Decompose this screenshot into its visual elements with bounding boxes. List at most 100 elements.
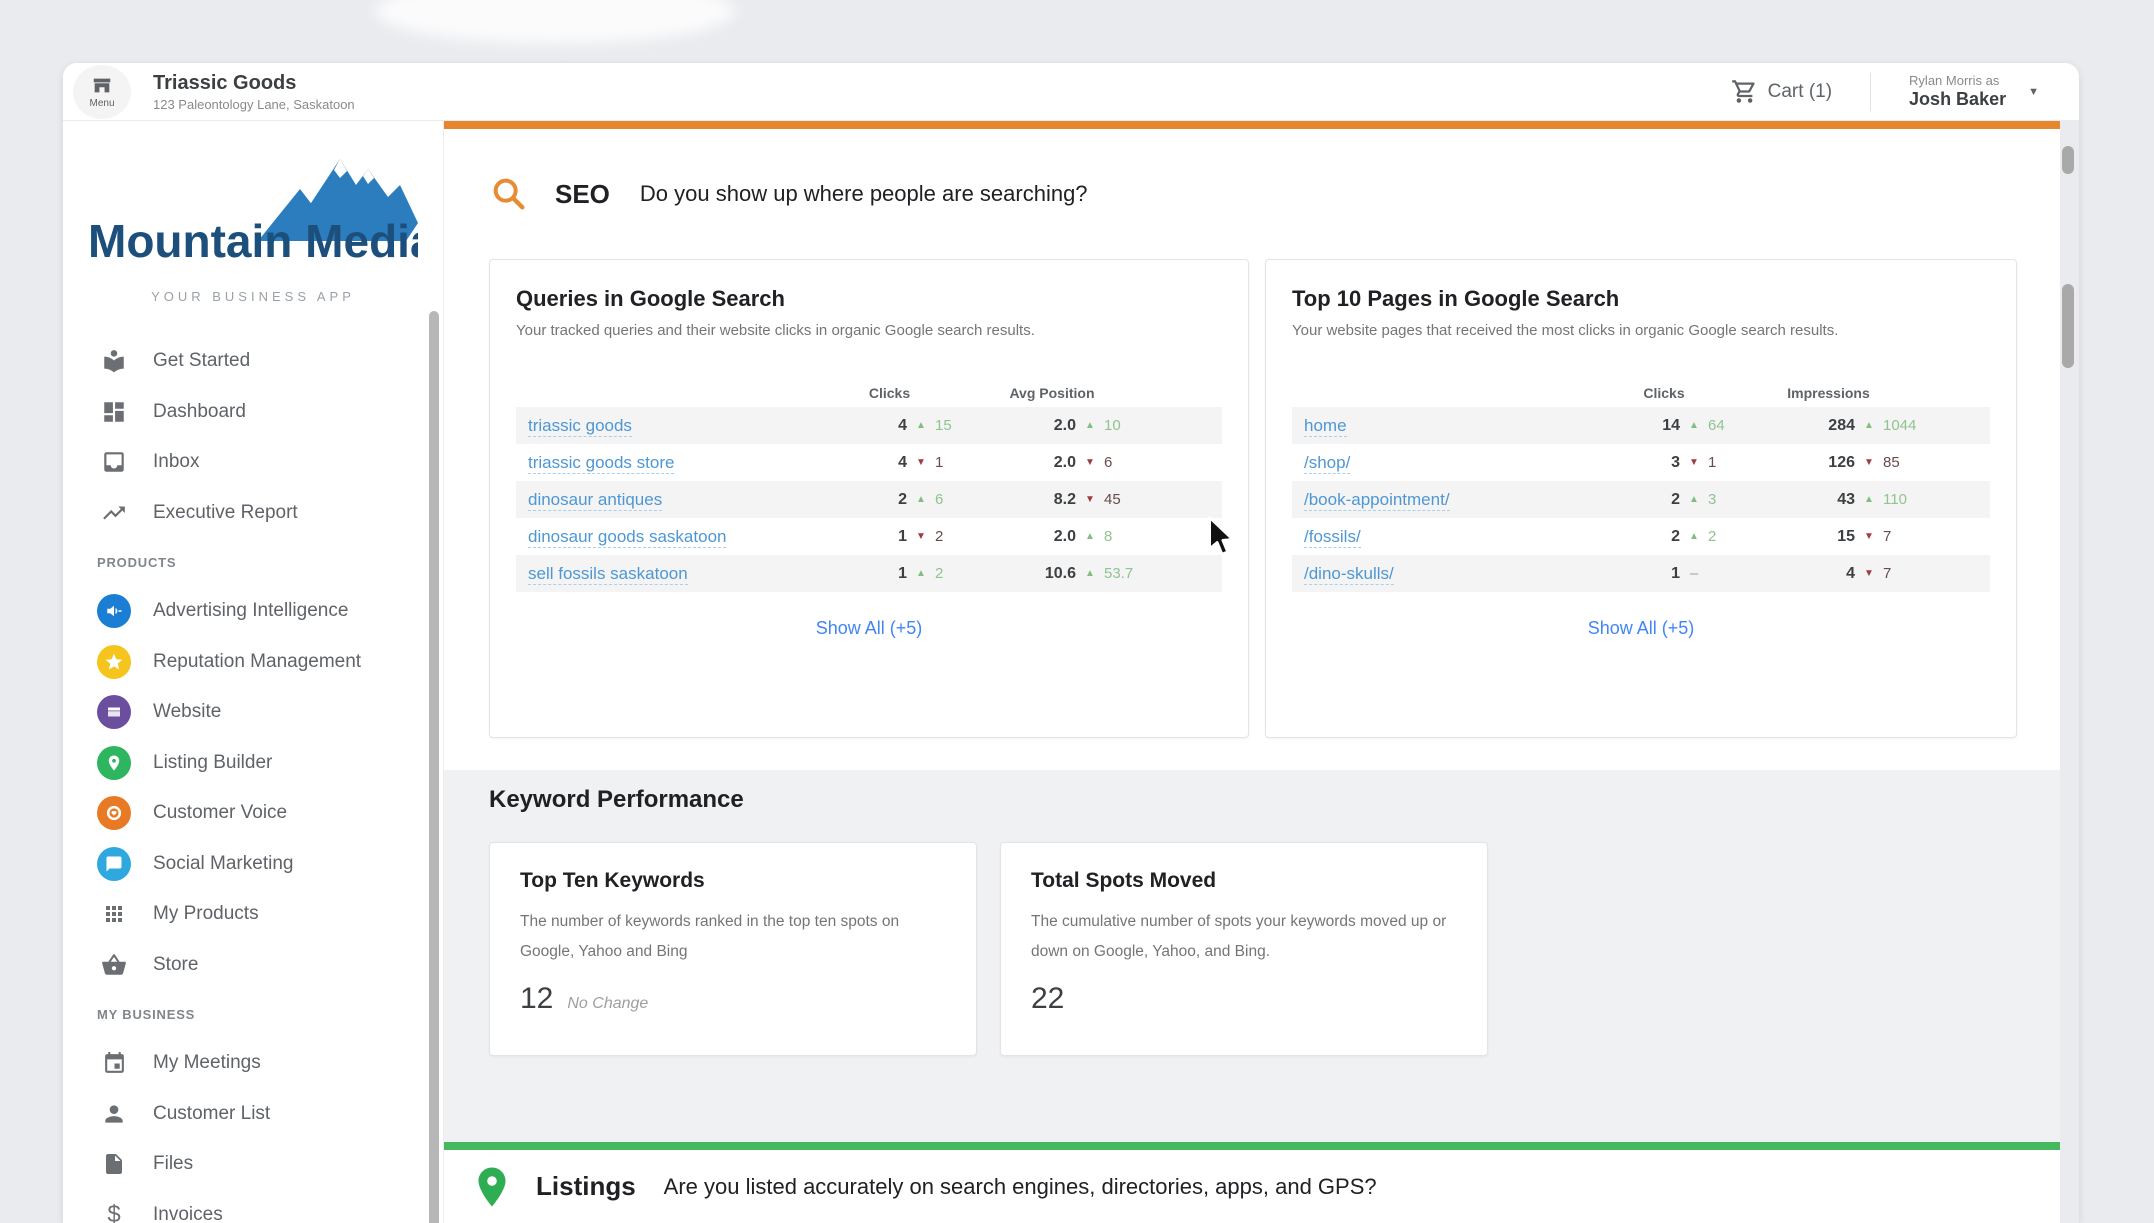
top-ten-keywords-value: 12	[520, 982, 553, 1016]
scrollbar-gutter	[2060, 121, 2079, 1223]
top-pages-card-subtitle: Your website pages that received the mos…	[1292, 322, 1990, 339]
trend-arrow-icon	[907, 531, 935, 542]
user-menu[interactable]: Rylan Morris as Josh Baker ▼	[1909, 73, 2039, 110]
page-link[interactable]: /dino-skulls/	[1304, 564, 1394, 585]
position-value: 10.6	[1000, 565, 1076, 583]
sidebar-item-customer-voice[interactable]: Customer Voice	[63, 788, 443, 839]
sidebar-item-reputation-management[interactable]: Reputation Management	[63, 637, 443, 688]
position-change: 6	[1104, 454, 1222, 471]
query-link[interactable]: dinosaur goods saskatoon	[528, 527, 726, 548]
page-link[interactable]: home	[1304, 416, 1347, 437]
clicks-value: 4	[844, 454, 907, 472]
trend-arrow-icon	[1076, 494, 1104, 505]
dashboard-icon	[97, 395, 131, 429]
sidebar-item-dashboard[interactable]: Dashboard	[63, 387, 443, 438]
clicks-change: 6	[935, 491, 1000, 508]
page-row: /dino-skulls/ 1 4	[1292, 555, 1990, 592]
query-link[interactable]: sell fossils saskatoon	[528, 564, 688, 585]
position-change: 53.7	[1104, 565, 1222, 582]
query-row: sell fossils saskatoon 1 2 10.6	[516, 555, 1222, 592]
clicks-value: 14	[1620, 417, 1680, 435]
trend-arrow-icon	[1680, 457, 1708, 468]
clicks-value: 2	[844, 491, 907, 509]
sidebar-item-invoices[interactable]: $ Invoices	[63, 1190, 443, 1223]
calendar-icon	[97, 1046, 131, 1080]
search-icon	[489, 174, 529, 214]
sidebar-item-website[interactable]: Website	[63, 687, 443, 738]
trend-arrow-icon	[907, 568, 935, 579]
sidebar-nav: Get Started Dashboard Inbox	[63, 336, 443, 1223]
sidebar-scrollbar-thumb[interactable]	[429, 311, 439, 1223]
position-change: 10	[1104, 417, 1222, 434]
position-value: 2.0	[1000, 528, 1076, 546]
sidebar-item-social-marketing[interactable]: Social Marketing	[63, 839, 443, 890]
show-all-pages-link[interactable]: Show All (+5)	[1292, 618, 1990, 639]
trend-arrow-icon	[1855, 420, 1883, 431]
clicks-change: 2	[1708, 528, 1774, 545]
clicks-value: 1	[844, 565, 907, 583]
page-row: home 14 64 284	[1292, 407, 1990, 444]
column-header-avg-position: Avg Position	[1000, 385, 1104, 401]
page-row: /fossils/ 2 2 15	[1292, 518, 1990, 555]
browser-icon	[97, 695, 131, 729]
clicks-value: 2	[1620, 528, 1680, 546]
heart-ring-icon	[97, 796, 131, 830]
clicks-change: 2	[935, 528, 1000, 545]
top-ten-keywords-title: Top Ten Keywords	[520, 869, 946, 893]
business-info: Triassic Goods 123 Paleontology Lane, Sa…	[153, 72, 355, 112]
query-link[interactable]: triassic goods	[528, 416, 632, 437]
top-pages-card: Top 10 Pages in Google Search Your websi…	[1265, 259, 2017, 738]
column-header-clicks: Clicks	[1620, 385, 1708, 401]
menu-button[interactable]: Menu	[73, 65, 131, 119]
query-link[interactable]: triassic goods store	[528, 453, 674, 474]
trend-arrow-icon	[1680, 420, 1708, 431]
keyword-performance-section: Keyword Performance Top Ten Keywords The…	[444, 770, 2060, 1142]
trend-arrow-icon	[1680, 494, 1708, 505]
column-header-clicks: Clicks	[844, 385, 935, 401]
queries-card: Queries in Google Search Your tracked qu…	[489, 259, 1249, 738]
clicks-change: 15	[935, 417, 1000, 434]
query-link[interactable]: dinosaur antiques	[528, 490, 662, 511]
page-link[interactable]: /shop/	[1304, 453, 1350, 474]
column-header-impressions: Impressions	[1774, 385, 1883, 401]
dollar-icon: $	[97, 1198, 131, 1223]
position-value: 2.0	[1000, 454, 1076, 472]
sidebar-item-customer-list[interactable]: Customer List	[63, 1089, 443, 1140]
trend-arrow-icon	[907, 494, 935, 505]
sidebar-item-listing-builder[interactable]: Listing Builder	[63, 738, 443, 789]
clicks-value: 4	[844, 417, 907, 435]
seo-header: SEO Do you show up where people are sear…	[444, 129, 2060, 259]
clicks-change: 64	[1708, 417, 1774, 434]
pages-table: home 14 64 284	[1292, 407, 1990, 592]
sidebar-item-my-meetings[interactable]: My Meetings	[63, 1038, 443, 1089]
page-row: /shop/ 3 1 126	[1292, 444, 1990, 481]
impressions-change: 1044	[1883, 417, 1990, 434]
trend-arrow-icon	[1855, 494, 1883, 505]
trend-arrow-icon	[907, 457, 935, 468]
sidebar-item-get-started[interactable]: Get Started	[63, 336, 443, 387]
file-icon	[97, 1147, 131, 1181]
window-scrollbar-fragment[interactable]	[2062, 146, 2074, 174]
clicks-change: 1	[935, 454, 1000, 471]
sidebar-item-advertising-intelligence[interactable]: Advertising Intelligence	[63, 586, 443, 637]
show-all-queries-link[interactable]: Show All (+5)	[516, 618, 1222, 639]
page-link[interactable]: /book-appointment/	[1304, 490, 1450, 511]
listings-section: Listings Are you listed accurately on se…	[444, 1150, 2060, 1223]
impressions-change: 7	[1883, 528, 1990, 545]
book-reader-icon	[97, 344, 131, 378]
page-link[interactable]: /fossils/	[1304, 527, 1361, 548]
cart-button[interactable]: Cart (1)	[1731, 78, 1832, 105]
sidebar-section-my-business: MY BUSINESS	[63, 990, 443, 1038]
queries-card-subtitle: Your tracked queries and their website c…	[516, 322, 1222, 339]
query-row: dinosaur goods saskatoon 1 2 2.0	[516, 518, 1222, 555]
impressions-change: 7	[1883, 565, 1990, 582]
top-bar: Menu Triassic Goods 123 Paleontology Lan…	[63, 63, 2079, 121]
sidebar-item-my-products[interactable]: My Products	[63, 889, 443, 940]
total-spots-moved-card: Total Spots Moved The cumulative number …	[1000, 842, 1488, 1056]
clicks-value: 2	[1620, 491, 1680, 509]
sidebar-item-files[interactable]: Files	[63, 1139, 443, 1190]
sidebar-item-executive-report[interactable]: Executive Report	[63, 488, 443, 539]
sidebar-item-store[interactable]: Store	[63, 940, 443, 991]
window-scrollbar-thumb[interactable]	[2062, 284, 2074, 368]
sidebar-item-inbox[interactable]: Inbox	[63, 437, 443, 488]
